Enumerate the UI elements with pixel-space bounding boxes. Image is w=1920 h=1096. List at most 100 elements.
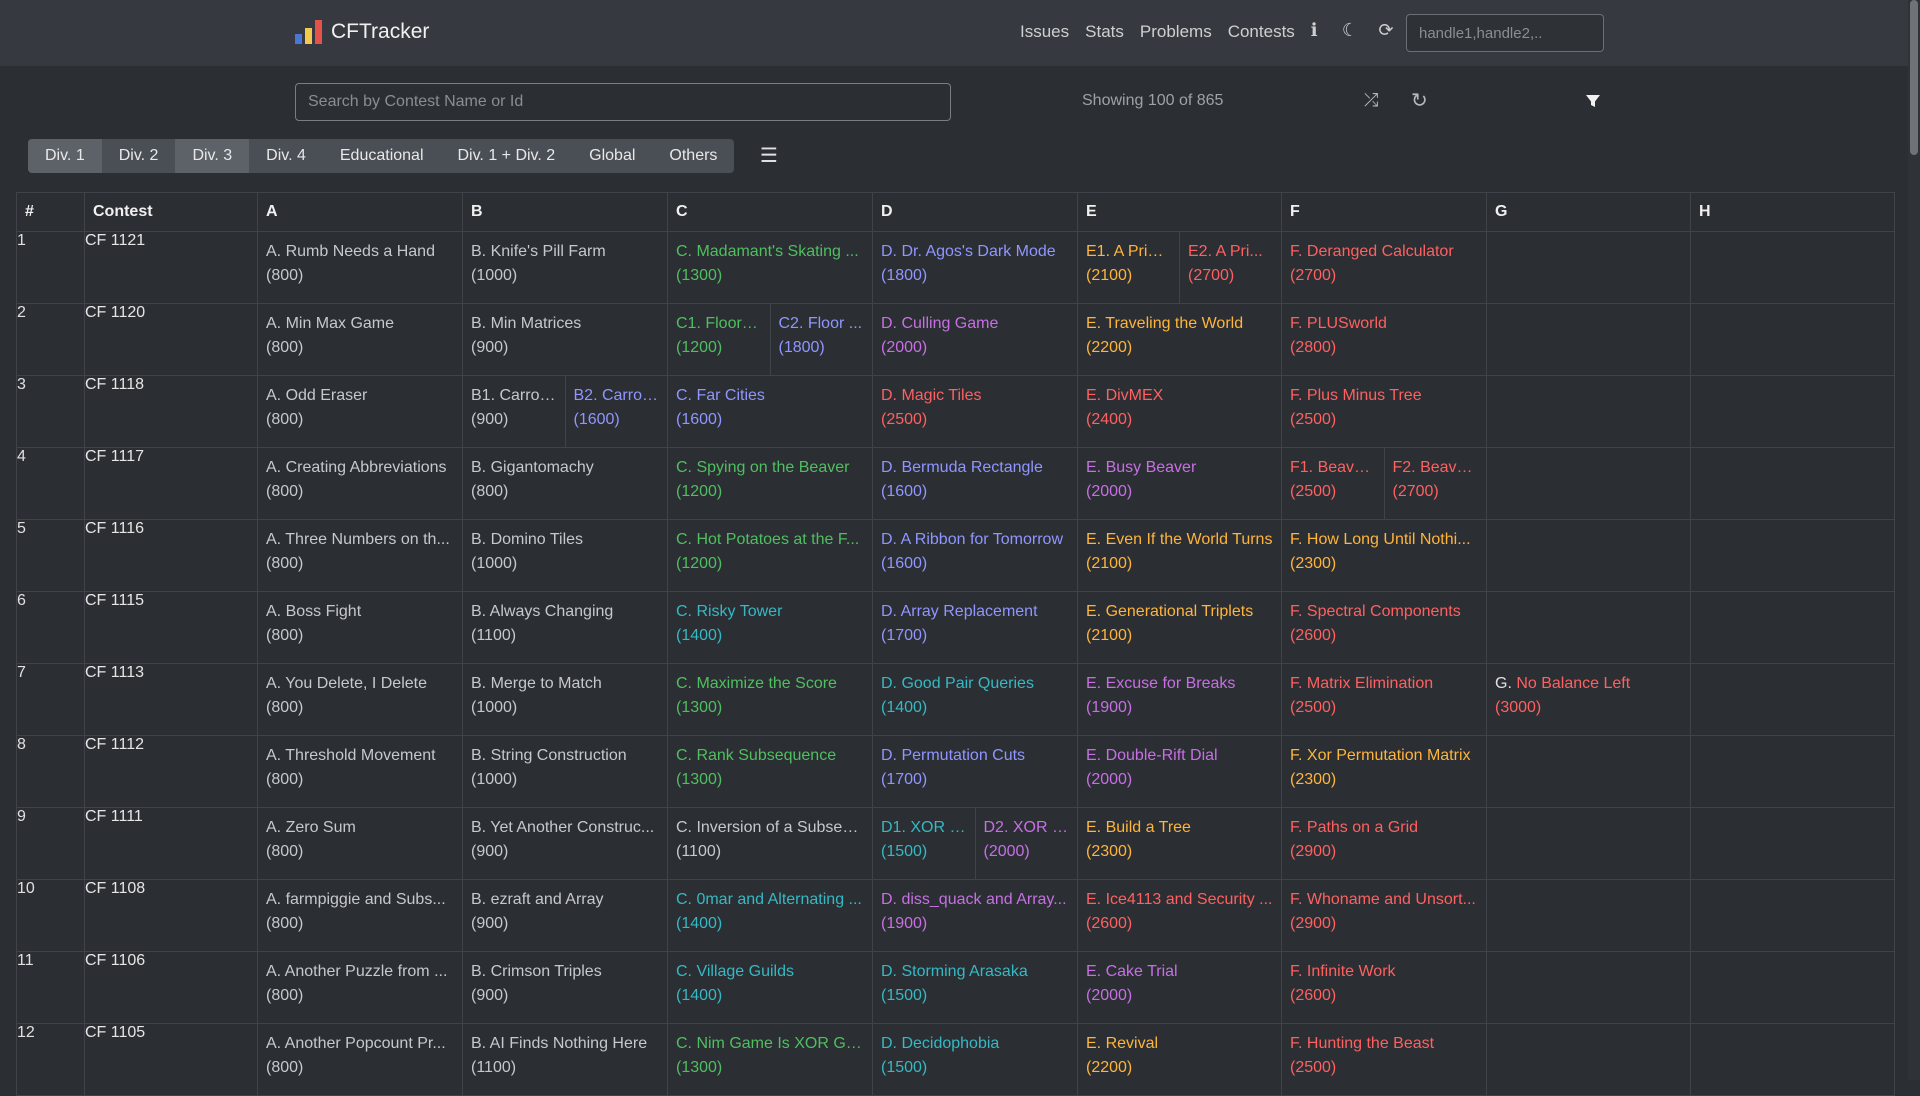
problem-link[interactable]: D. Array Replacement (1700) [873, 592, 1077, 663]
problem-link[interactable]: A. Zero Sum (800) [258, 808, 462, 879]
problem-link[interactable]: A. Creating Abbreviations (800) [258, 448, 462, 519]
problem-link[interactable]: C. Village Guilds (1400) [668, 952, 872, 1023]
nav-link-problems[interactable]: Problems [1140, 22, 1212, 42]
scrollbar[interactable] [1908, 0, 1920, 1080]
problem-link[interactable]: B. Knife's Pill Farm (1000) [463, 232, 667, 303]
problem-link[interactable]: E2. A Pri... (2700) [1179, 232, 1281, 303]
problem-link[interactable]: B. Always Changing (1100) [463, 592, 667, 663]
problem-link[interactable]: C. Hot Potatoes at the F... (1200) [668, 520, 872, 591]
problem-link[interactable]: B. Crimson Triples (900) [463, 952, 667, 1023]
nav-link-issues[interactable]: Issues [1020, 22, 1069, 42]
problem-link[interactable]: F. Spectral Components (2600) [1282, 592, 1486, 663]
problem-link[interactable]: D. Decidophobia (1500) [873, 1024, 1077, 1095]
problem-link[interactable]: F. Whoname and Unsort... (2900) [1282, 880, 1486, 951]
tab-div-2[interactable]: Div. 2 [102, 139, 176, 173]
problem-link[interactable]: E. Even If the World Turns (2100) [1078, 520, 1281, 591]
problem-link[interactable]: F. Plus Minus Tree (2500) [1282, 376, 1486, 447]
problem-link[interactable]: F2. Beave... (2700) [1383, 448, 1487, 519]
problem-link[interactable]: C. Nim Game Is XOR Ga... (1300) [668, 1024, 872, 1095]
problem-link[interactable]: C1. Floor o... (1200) [668, 304, 770, 375]
contest-link[interactable]: CF 1105 [84, 1023, 258, 1096]
problem-link[interactable]: E. Ice4113 and Security ... (2600) [1078, 880, 1281, 951]
problem-link[interactable]: E. Cake Trial (2000) [1078, 952, 1281, 1023]
problem-link[interactable]: C. Far Cities (1600) [668, 376, 872, 447]
problem-link[interactable]: B. Min Matrices (900) [463, 304, 667, 375]
problem-link[interactable]: B1. Carrot ... (900) [463, 376, 565, 447]
contest-link[interactable]: CF 1116 [84, 519, 258, 592]
contest-link[interactable]: CF 1108 [84, 879, 258, 952]
problem-link[interactable]: D. diss_quack and Array... (1900) [873, 880, 1077, 951]
problem-link[interactable]: A. farmpiggie and Subs... (800) [258, 880, 462, 951]
shuffle-icon[interactable]: ⤮ [1364, 90, 1378, 111]
contest-link[interactable]: CF 1118 [84, 375, 258, 448]
contest-link[interactable]: CF 1106 [84, 951, 258, 1024]
problem-link[interactable]: C. Risky Tower (1400) [668, 592, 872, 663]
problem-link[interactable]: B. Yet Another Construc... (900) [463, 808, 667, 879]
problem-link[interactable]: C2. Floor ... (1800) [769, 304, 873, 375]
problem-link[interactable]: A. Another Popcount Pr... (800) [258, 1024, 462, 1095]
problem-link[interactable]: E. Traveling the World (2200) [1078, 304, 1281, 375]
contest-link[interactable]: CF 1121 [84, 231, 258, 304]
scrollbar-thumb[interactable] [1910, 0, 1918, 155]
problem-link[interactable]: D. Dr. Agos's Dark Mode (1800) [873, 232, 1077, 303]
problem-link[interactable]: B. Gigantomachy (800) [463, 448, 667, 519]
sync-icon[interactable]: ⟳ [1377, 20, 1395, 41]
filter-button[interactable] [1578, 84, 1608, 118]
refresh-icon[interactable]: ↻ [1411, 88, 1428, 113]
problem-link[interactable]: D2. XOR S... (2000) [974, 808, 1078, 879]
brand[interactable]: CFTracker [295, 20, 429, 44]
handle-input[interactable] [1406, 14, 1604, 52]
problem-link[interactable]: E. Revival (2200) [1078, 1024, 1281, 1095]
problem-link[interactable]: F. Matrix Elimination (2500) [1282, 664, 1486, 735]
problem-link[interactable]: A. Three Numbers on th... (800) [258, 520, 462, 591]
problem-link[interactable]: D. Storming Arasaka (1500) [873, 952, 1077, 1023]
problem-link[interactable]: A. Rumb Needs a Hand (800) [258, 232, 462, 303]
tab-div-3[interactable]: Div. 3 [175, 139, 250, 173]
problem-link[interactable]: F. Xor Permutation Matrix (2300) [1282, 736, 1486, 807]
problem-link[interactable]: D. Permutation Cuts (1700) [873, 736, 1077, 807]
contest-link[interactable]: CF 1115 [84, 591, 258, 664]
problem-link[interactable]: E. Generational Triplets (2100) [1078, 592, 1281, 663]
problem-link[interactable]: F. PLUSworld (2800) [1282, 304, 1486, 375]
problem-link[interactable]: E. Double-Rift Dial (2000) [1078, 736, 1281, 807]
tab-others[interactable]: Others [652, 139, 734, 173]
problem-link[interactable]: D. Bermuda Rectangle (1600) [873, 448, 1077, 519]
problem-link[interactable]: C. Maximize the Score (1300) [668, 664, 872, 735]
nav-link-contests[interactable]: Contests [1228, 22, 1295, 42]
moon-icon[interactable]: ☾ [1341, 20, 1359, 41]
tab-div-1-div-2[interactable]: Div. 1 + Div. 2 [441, 139, 573, 173]
problem-link[interactable]: B. String Construction (1000) [463, 736, 667, 807]
problem-link[interactable]: F. Hunting the Beast (2500) [1282, 1024, 1486, 1095]
problem-link[interactable]: F. Infinite Work (2600) [1282, 952, 1486, 1023]
problem-link[interactable]: E1. A Prim... (2100) [1078, 232, 1179, 303]
problem-link[interactable]: G. No Balance Left (3000) [1487, 664, 1690, 735]
problem-link[interactable]: B. Domino Tiles (1000) [463, 520, 667, 591]
tab-global[interactable]: Global [572, 139, 652, 173]
problem-link[interactable]: A. Min Max Game (800) [258, 304, 462, 375]
problem-link[interactable]: F1. Beaver'... (2500) [1282, 448, 1384, 519]
contest-link[interactable]: CF 1112 [84, 735, 258, 808]
problem-link[interactable]: B. AI Finds Nothing Here (1100) [463, 1024, 667, 1095]
problem-link[interactable]: D. A Ribbon for Tomorrow (1600) [873, 520, 1077, 591]
problem-link[interactable]: B. ezraft and Array (900) [463, 880, 667, 951]
problem-link[interactable]: D. Culling Game (2000) [873, 304, 1077, 375]
contest-link[interactable]: CF 1111 [84, 807, 258, 880]
problem-link[interactable]: C. Madamant's Skating ... (1300) [668, 232, 872, 303]
problem-link[interactable]: F. Deranged Calculator (2700) [1282, 232, 1486, 303]
problem-link[interactable]: A. Threshold Movement (800) [258, 736, 462, 807]
problem-link[interactable]: C. Inversion of a Subseq... (1100) [668, 808, 872, 879]
tab-div-4[interactable]: Div. 4 [249, 139, 323, 173]
problem-link[interactable]: E. Busy Beaver (2000) [1078, 448, 1281, 519]
problem-link[interactable]: D. Good Pair Queries (1400) [873, 664, 1077, 735]
problem-link[interactable]: C. Spying on the Beaver (1200) [668, 448, 872, 519]
problem-link[interactable]: B. Merge to Match (1000) [463, 664, 667, 735]
problem-link[interactable]: E. Build a Tree (2300) [1078, 808, 1281, 879]
tab-div-1[interactable]: Div. 1 [28, 139, 102, 173]
problem-link[interactable]: E. DivMEX (2400) [1078, 376, 1281, 447]
menu-icon[interactable]: ☰ [760, 143, 778, 168]
problem-link[interactable]: A. Another Puzzle from ... (800) [258, 952, 462, 1023]
nav-link-stats[interactable]: Stats [1085, 22, 1124, 42]
contest-link[interactable]: CF 1120 [84, 303, 258, 376]
info-icon[interactable]: ℹ [1305, 20, 1323, 41]
problem-link[interactable]: F. Paths on a Grid (2900) [1282, 808, 1486, 879]
